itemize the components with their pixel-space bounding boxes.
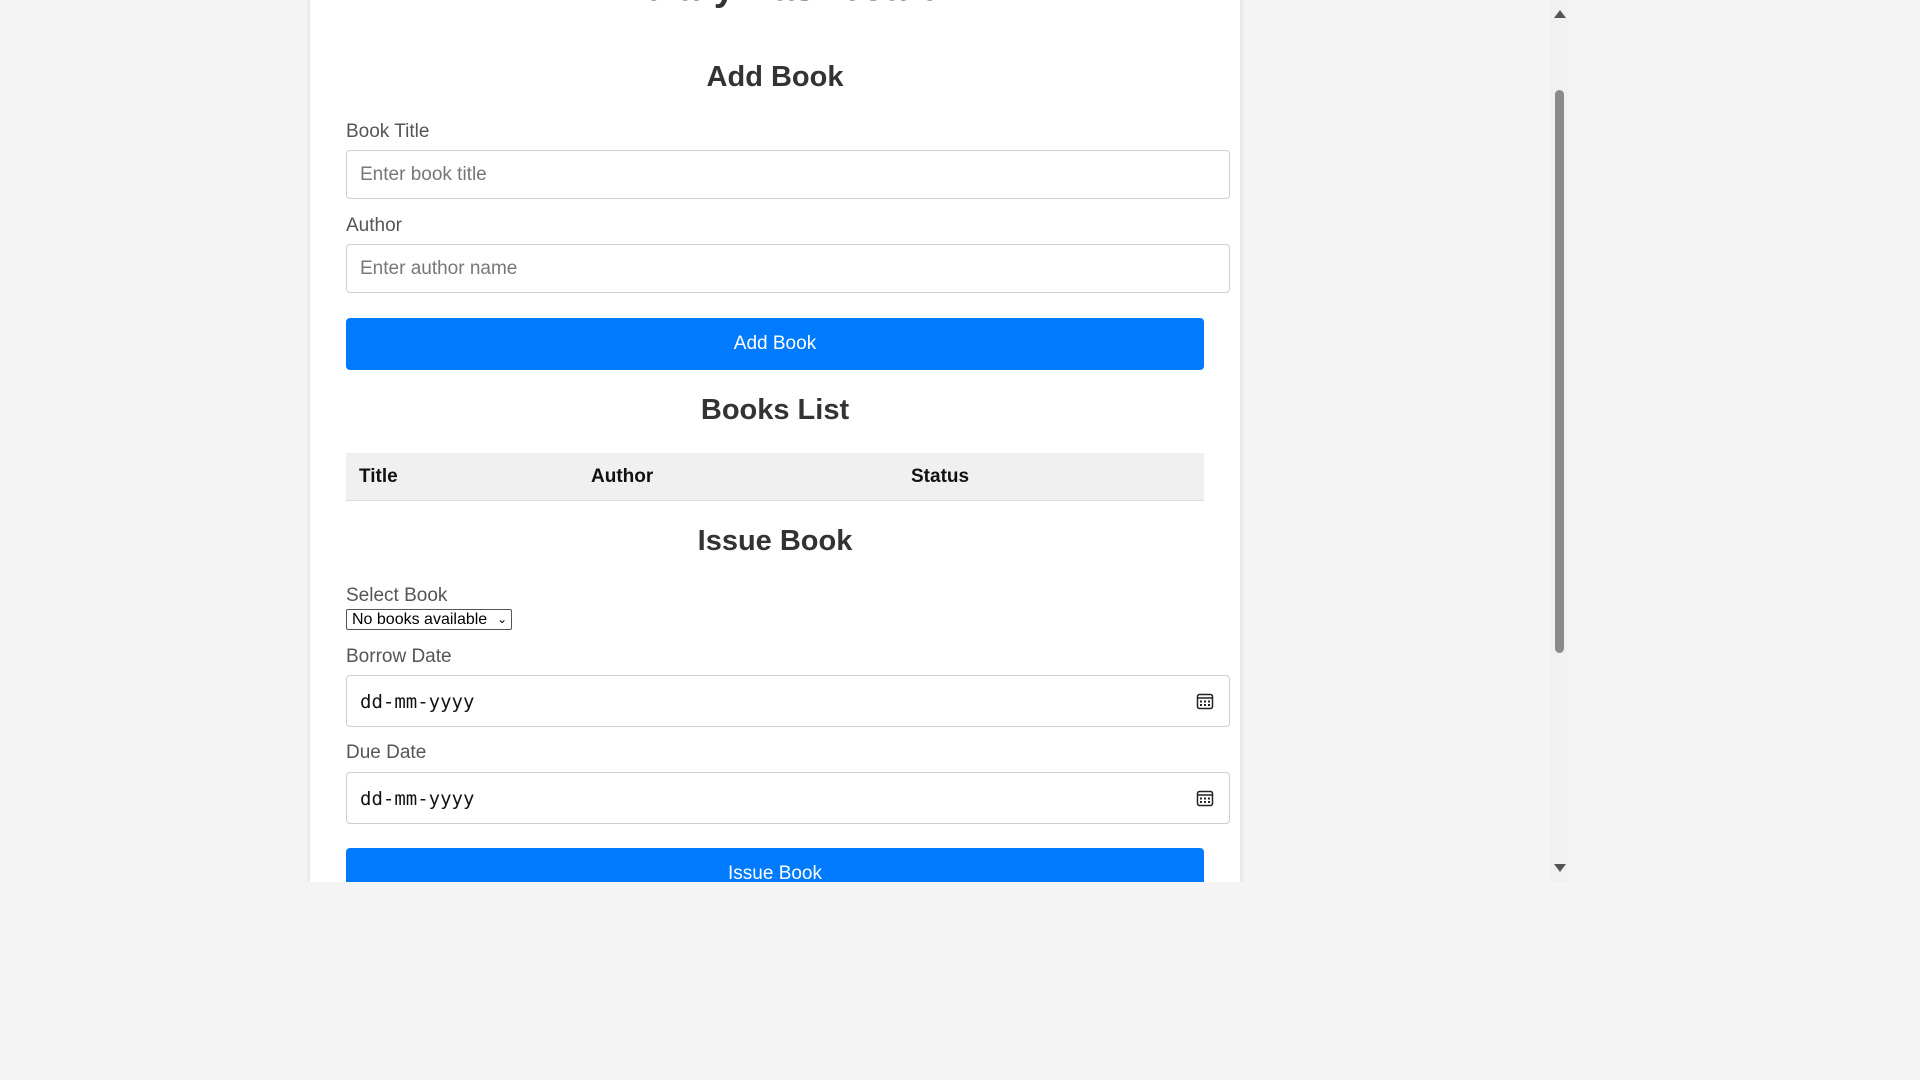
books-table: Title Author Status	[346, 453, 1204, 501]
calendar-icon[interactable]	[1196, 789, 1214, 807]
due-date-value: dd-mm-yyyy	[360, 788, 475, 810]
chevron-down-icon: ⌄	[497, 612, 508, 626]
page-title: Library Dashboard	[346, 0, 1204, 12]
add-book-heading: Add Book	[706, 61, 844, 93]
issue-book-button[interactable]: Issue Book	[346, 848, 1204, 882]
author-input[interactable]	[346, 244, 1230, 293]
column-header-title: Title	[359, 466, 398, 487]
page: Library Dashboard Add Book Book Title Au…	[0, 0, 1568, 882]
scroll-down-arrow-icon[interactable]	[1554, 864, 1566, 872]
vertical-scrollbar[interactable]	[1551, 0, 1568, 882]
add-book-button[interactable]: Add Book	[346, 318, 1204, 370]
books-list-heading: Books List	[700, 394, 850, 426]
borrow-date-input[interactable]: dd-mm-yyyy	[346, 675, 1230, 727]
select-book-dropdown[interactable]: No books available ⌄	[346, 609, 513, 630]
borrow-date-value: dd-mm-yyyy	[360, 691, 475, 713]
due-date-label: Due Date	[346, 742, 427, 763]
dashboard-card: Library Dashboard Add Book Book Title Au…	[310, 0, 1240, 882]
issue-book-heading: Issue Book	[697, 525, 853, 557]
column-header-status: Status	[911, 466, 970, 487]
scroll-thumb[interactable]	[1555, 90, 1564, 653]
column-header-author: Author	[591, 466, 654, 487]
scroll-up-arrow-icon[interactable]	[1554, 10, 1566, 18]
book-title-label: Book Title	[346, 121, 430, 142]
select-book-label: Select Book	[346, 585, 448, 606]
book-title-input[interactable]	[346, 150, 1230, 199]
borrow-date-label: Borrow Date	[346, 646, 452, 667]
due-date-input[interactable]: dd-mm-yyyy	[346, 772, 1230, 824]
author-label: Author	[346, 215, 402, 236]
calendar-icon[interactable]	[1196, 692, 1214, 710]
select-book-value: No books available	[352, 611, 488, 628]
